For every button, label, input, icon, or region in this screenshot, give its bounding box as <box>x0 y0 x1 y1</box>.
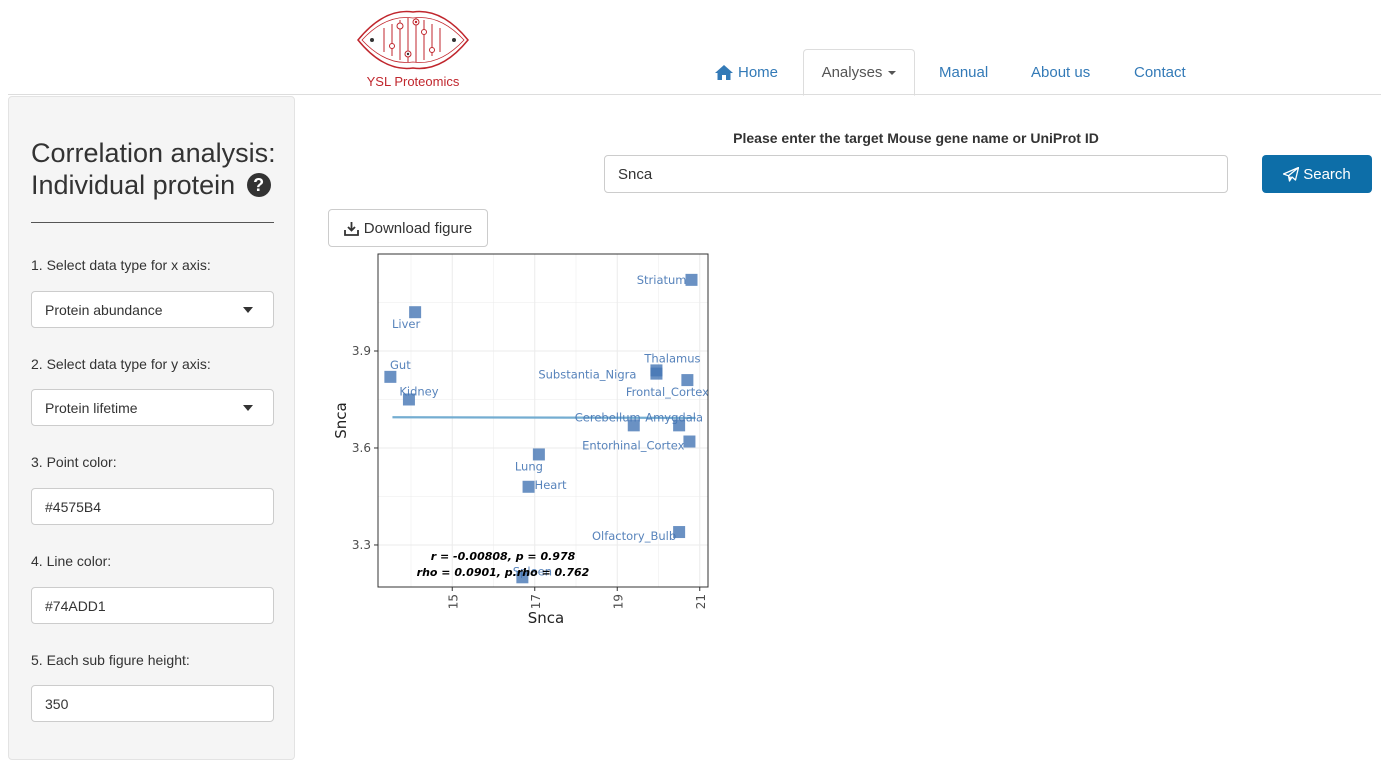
correlation-annotation-rho: rho = 0.0901, p.rho = 0.762 <box>417 566 590 579</box>
line-color-label: 4. Line color: <box>31 553 112 569</box>
y-tick-label: 3.6 <box>352 441 371 455</box>
nav-contact-label: Contact <box>1134 63 1186 81</box>
point-label: Heart <box>535 478 567 492</box>
y-tick-label: 3.9 <box>352 344 371 358</box>
point-label: Kidney <box>399 384 438 398</box>
x-axis-title: Snca <box>528 609 564 627</box>
data-point <box>384 370 397 383</box>
point-color-value: #4575B4 <box>45 498 102 515</box>
ysl-logo[interactable]: YSL Proteomics <box>354 6 472 92</box>
subfigure-height-input[interactable]: 350 <box>31 685 274 722</box>
nav-about-label: About us <box>1031 63 1091 81</box>
line-color-value: #74ADD1 <box>45 597 106 614</box>
nav-divider <box>8 94 1381 95</box>
point-label: Gut <box>390 358 411 372</box>
sidebar-panel: Correlation analysis: Individual protein… <box>8 96 295 760</box>
x-tick-label: 15 <box>446 594 460 609</box>
caret-down-icon <box>888 70 897 75</box>
help-icon[interactable]: ? <box>246 173 271 197</box>
paper-plane-icon <box>1283 166 1300 182</box>
point-label: Entorhinal_Cortex <box>582 439 685 453</box>
data-point <box>650 367 663 380</box>
correlation-annotation-r: r = -0.00808, p = 0.978 <box>431 550 576 563</box>
point-color-input[interactable]: #4575B4 <box>31 488 274 525</box>
line-color-input[interactable]: #74ADD1 <box>31 587 274 624</box>
download-icon <box>343 221 359 236</box>
point-label: Cerebellum <box>575 410 641 424</box>
point-label: Lung <box>515 459 543 473</box>
point-label: Substantia_Nigra <box>538 368 636 382</box>
y-axis-select[interactable]: Protein lifetime <box>31 389 274 426</box>
download-button-label: Download figure <box>363 219 473 237</box>
x-axis-label: 1. Select data type for x axis: <box>31 257 211 273</box>
x-axis-select-value: Protein abundance <box>45 301 163 318</box>
logo-graphic <box>357 10 469 70</box>
sidebar-divider <box>31 222 274 223</box>
point-label: Liver <box>392 317 420 331</box>
point-label: Amygdala <box>645 410 703 424</box>
search-button-label: Search <box>1303 165 1351 183</box>
nav-home[interactable]: Home <box>715 49 778 95</box>
y-axis-select-value: Protein lifetime <box>45 399 138 416</box>
data-point <box>685 273 698 286</box>
y-axis-label: 2. Select data type for y axis: <box>31 356 211 372</box>
x-tick-label: 21 <box>694 594 708 609</box>
subfigure-height-label: 5. Each sub figure height: <box>31 652 190 668</box>
search-label: Please enter the target Mouse gene name … <box>733 130 1099 146</box>
nav-about-us[interactable]: About us <box>1031 49 1090 95</box>
nav-analyses-label: Analyses <box>821 64 883 81</box>
nav-home-label: Home <box>738 63 779 81</box>
download-figure-button[interactable]: Download figure <box>328 209 488 247</box>
y-axis-title: Snca <box>332 402 350 438</box>
x-tick-label: 19 <box>611 594 625 609</box>
nav-analyses[interactable]: Analyses <box>803 49 915 96</box>
data-point <box>683 435 696 448</box>
point-label: Frontal_Cortex <box>626 385 709 399</box>
top-navbar: YSL Proteomics Home Analyses Manual Abou… <box>0 0 1381 96</box>
nav-manual-label: Manual <box>939 63 989 81</box>
point-label: Thalamus <box>643 351 700 365</box>
page-title: Correlation analysis: Individual protein… <box>31 137 281 201</box>
point-label: Olfactory_Bulb <box>592 529 676 543</box>
scatter-plot-svg: Striatum Liver Thalamus Substantia_Nigra Gut… <box>332 253 709 627</box>
x-tick-label: 17 <box>529 594 543 609</box>
page-title-text: Correlation analysis: Individual protein <box>31 138 276 200</box>
nav-contact[interactable]: Contact <box>1134 49 1186 95</box>
home-icon <box>715 64 733 80</box>
gene-search-value: Snca <box>618 165 653 183</box>
y-tick-label: 3.3 <box>352 538 371 552</box>
correlation-scatter-chart: Striatum Liver Thalamus Substantia_Nigra Gut… <box>328 250 718 635</box>
dropdown-arrow-icon <box>243 307 253 313</box>
dropdown-arrow-icon <box>243 405 253 411</box>
point-color-label: 3. Point color: <box>31 454 117 470</box>
x-axis-select[interactable]: Protein abundance <box>31 291 274 328</box>
logo-text: YSL Proteomics <box>366 74 460 89</box>
point-label: Striatum <box>637 273 687 287</box>
data-point <box>522 480 535 493</box>
subfigure-height-value: 350 <box>45 695 69 712</box>
gene-search-input[interactable]: Snca <box>604 155 1228 193</box>
nav-manual[interactable]: Manual <box>939 49 988 95</box>
search-button[interactable]: Search <box>1262 155 1372 193</box>
